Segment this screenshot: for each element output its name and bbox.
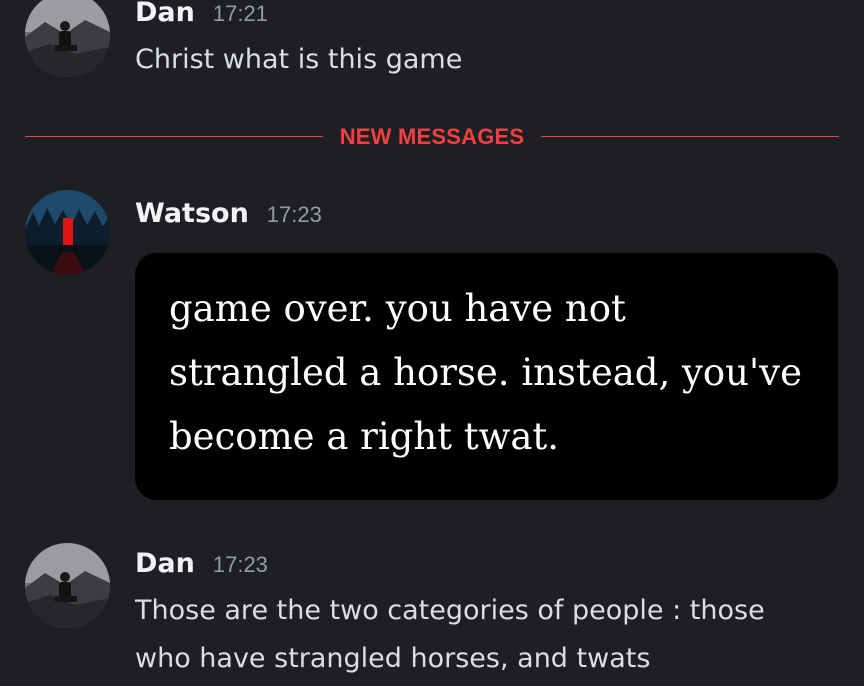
image-text: game over. you have not strangled a hors… [169,277,819,469]
user-avatar-icon [25,190,110,275]
message-text: Christ what is this game [135,44,463,75]
image-text-line: become a right twat. [169,415,560,458]
timestamp[interactable]: 17:21 [213,1,268,27]
timestamp[interactable]: 17:23 [213,552,268,578]
user-avatar-icon [25,543,110,628]
divider-label: NEW MESSAGES [339,124,525,149]
avatar[interactable] [25,0,110,77]
message-text: who have strangled horses, and twats [135,643,651,674]
avatar[interactable] [25,190,110,275]
divider-line-right [541,136,839,137]
timestamp[interactable]: 17:23 [267,202,322,228]
message-dan-1723[interactable]: Dan 17:23 Those are the two categories o… [0,540,864,686]
username[interactable]: Watson [135,198,249,229]
message-dan-1721[interactable]: Dan 17:21 Christ what is this game [0,0,864,100]
divider-line-left [25,136,323,137]
image-attachment[interactable]: game over. you have not strangled a hors… [135,253,838,500]
user-avatar-icon [25,0,110,77]
image-text-line: strangled a horse. instead, you've [169,351,802,394]
username[interactable]: Dan [135,0,195,28]
username[interactable]: Dan [135,548,195,579]
image-text-line: game over. you have not [169,287,626,330]
avatar[interactable] [25,543,110,628]
chat-log: Dan 17:21 Christ what is this game NEW M… [0,0,864,686]
new-messages-divider: NEW MESSAGES [25,122,839,152]
message-text: Those are the two categories of people :… [135,595,765,626]
